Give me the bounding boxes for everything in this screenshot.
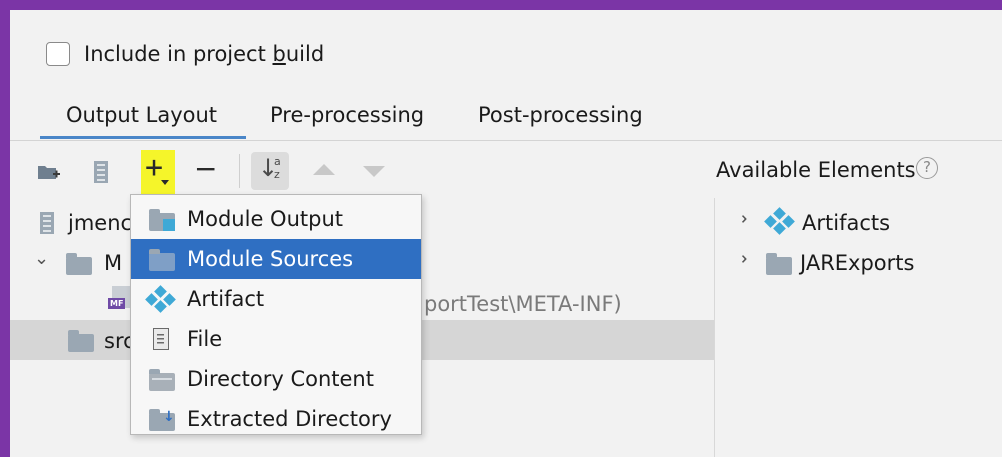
module-output-icon (149, 208, 177, 232)
available-item-jarexports[interactable]: JARExports (800, 251, 914, 275)
add-dropdown-caret-icon (161, 180, 169, 185)
help-icon[interactable]: ? (916, 157, 938, 179)
toolbar-separator (239, 154, 240, 188)
add-icon[interactable]: + (145, 153, 163, 183)
module-folder-icon (766, 253, 792, 275)
tree-row-label[interactable]: M (104, 251, 122, 275)
manifest-icon: MF (108, 286, 130, 309)
tab-post-processing[interactable]: Post-processing (478, 105, 643, 126)
tree-row-path: portTest\META-INF) (424, 292, 622, 316)
folder-icon (66, 253, 92, 275)
tab-pre-processing[interactable]: Pre-processing (270, 105, 424, 126)
sort-icon-z: z (274, 168, 280, 181)
jar-icon (40, 212, 54, 234)
file-icon (153, 328, 169, 350)
menu-item-directory-content[interactable]: Directory Content (131, 359, 421, 399)
tab-output-layout[interactable]: Output Layout (66, 105, 217, 126)
create-directory-icon[interactable] (36, 159, 62, 185)
chevron-right-icon[interactable]: ⌄ (731, 211, 752, 226)
sort-icon-a: a (274, 155, 281, 168)
menu-item-module-output[interactable]: Module Output (131, 199, 421, 239)
active-tab-indicator (40, 136, 246, 139)
add-element-menu[interactable]: Module Output Module Sources Artifact Fi… (130, 194, 422, 435)
chevron-right-icon[interactable]: ⌄ (731, 251, 752, 266)
extracted-directory-icon: ↓ (149, 408, 177, 432)
add-archive-icon[interactable] (88, 159, 114, 185)
artifact-icon (764, 207, 795, 235)
module-sources-icon (149, 248, 177, 272)
panel-divider[interactable] (714, 198, 715, 457)
available-elements-title: Available Elements (716, 158, 916, 182)
tree-row-label[interactable]: jmenc (68, 211, 132, 235)
remove-icon[interactable]: − (194, 155, 217, 183)
menu-item-file[interactable]: File (131, 319, 421, 359)
menu-item-artifact[interactable]: Artifact (131, 279, 421, 319)
move-down-icon[interactable] (363, 166, 385, 177)
folder-icon (68, 330, 94, 352)
menu-item-module-sources[interactable]: Module Sources (131, 239, 421, 279)
menu-item-extracted-directory[interactable]: ↓ Extracted Directory (131, 399, 421, 439)
include-in-build-label[interactable]: Include in project build (84, 44, 324, 65)
move-up-icon[interactable] (313, 164, 335, 175)
tabs-divider (10, 140, 1002, 141)
chevron-down-icon[interactable]: ⌄ (34, 250, 49, 268)
available-item-artifacts[interactable]: Artifacts (802, 211, 890, 235)
include-in-build-checkbox[interactable] (46, 42, 70, 66)
artifact-icon (145, 285, 176, 313)
artifact-settings-panel: Include in project build Output Layout P… (10, 10, 1002, 457)
directory-content-icon (149, 368, 177, 392)
